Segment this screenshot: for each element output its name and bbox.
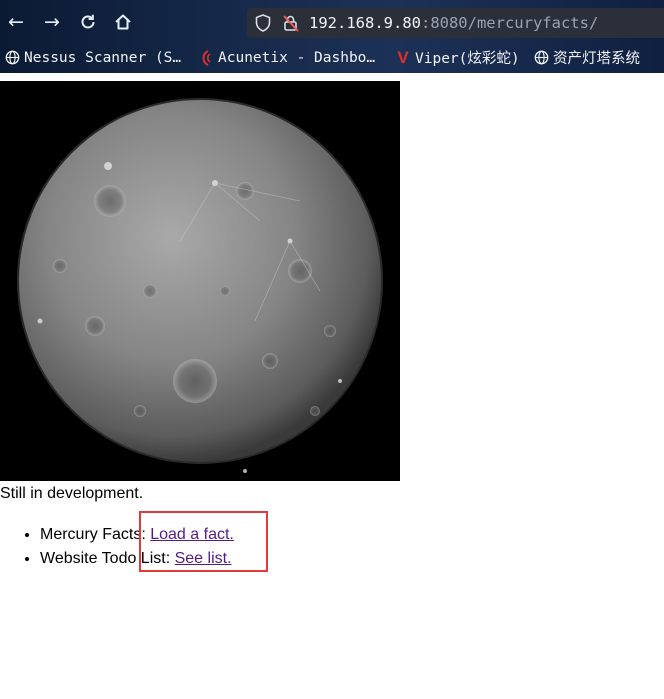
home-icon[interactable] <box>111 10 135 34</box>
bookmark-label: 资产灯塔系统 <box>553 51 640 67</box>
list-item-mercury-facts: Mercury Facts: Load a fact. <box>40 523 234 547</box>
bookmark-asset-lighthouse[interactable]: 资产灯塔系统 <box>533 44 640 71</box>
bookmark-label: Acunetix - Dashbo… <box>218 49 376 66</box>
facts-list: Mercury Facts: Load a fact. Website Todo… <box>0 523 234 571</box>
globe-icon <box>533 50 549 66</box>
viper-icon: V <box>397 47 409 67</box>
browser-toolbar: ← → 192.168.9.80:8080/mercuryfacts/ Ness… <box>0 0 664 73</box>
bookmark-label: Nessus Scanner (S… <box>24 49 182 66</box>
back-arrow-icon[interactable]: ← <box>4 10 28 34</box>
bookmarks-bar: Nessus Scanner (S… Acunetix - Dashbo… V … <box>0 44 664 71</box>
bookmark-viper[interactable]: V Viper(炫彩蛇) <box>395 44 520 71</box>
reload-icon[interactable] <box>76 10 100 34</box>
load-fact-link[interactable]: Load a fact. <box>150 526 234 543</box>
forward-arrow-icon[interactable]: → <box>40 10 64 34</box>
url-host: 192.168.9.80 <box>309 14 421 32</box>
bookmark-acunetix[interactable]: Acunetix - Dashbo… <box>198 44 375 71</box>
bookmark-nessus[interactable]: Nessus Scanner (S… <box>4 44 181 71</box>
url-text[interactable]: 192.168.9.80:8080/mercuryfacts/ <box>309 12 598 34</box>
list-item-todo-list: Website Todo List: See list. <box>40 547 234 571</box>
mercury-image <box>0 81 400 481</box>
address-bar[interactable]: 192.168.9.80:8080/mercuryfacts/ <box>247 8 664 38</box>
acunetix-icon <box>198 49 214 66</box>
item-label: Mercury Facts: <box>40 526 151 543</box>
url-path: :8080/mercuryfacts/ <box>420 14 599 32</box>
development-status-text: Still in development. <box>0 485 144 502</box>
see-list-link[interactable]: See list. <box>175 550 232 567</box>
bookmark-label: Viper(炫彩蛇) <box>415 51 520 67</box>
item-label: Website Todo List: <box>40 550 175 567</box>
insecure-lock-icon[interactable] <box>282 12 300 38</box>
globe-icon <box>4 50 20 66</box>
shield-icon[interactable] <box>255 12 271 38</box>
